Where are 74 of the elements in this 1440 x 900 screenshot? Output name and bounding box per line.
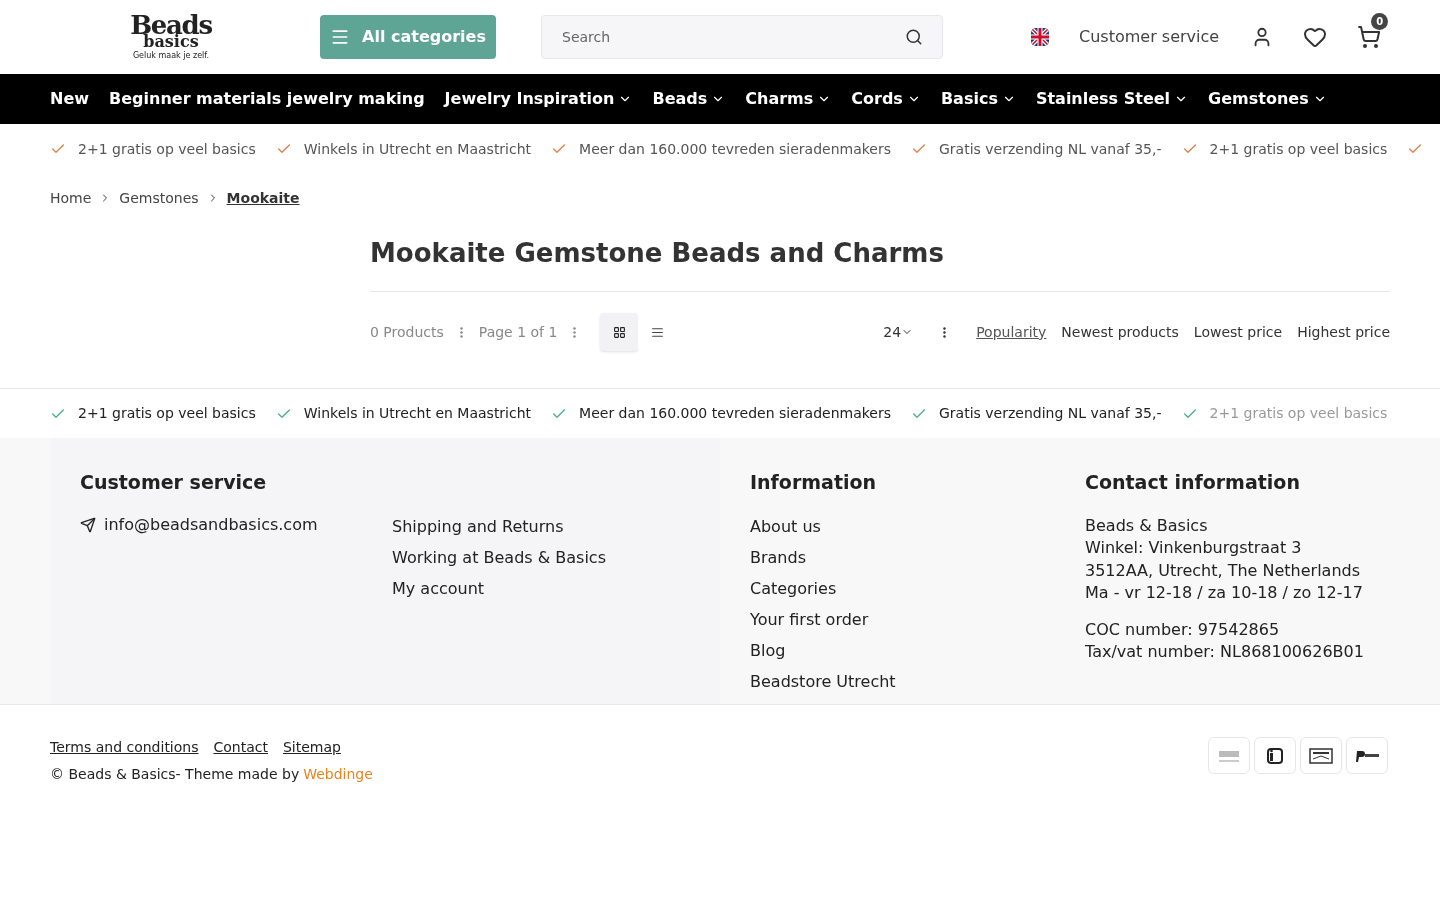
separator-icon [943, 326, 947, 338]
address-line: Beads & Basics [1085, 514, 1209, 537]
company-info-line: Tax/vat number: NL868100626B01 [1085, 641, 1364, 663]
usp-text: Winkels in Utrecht en Maastricht [303, 139, 532, 159]
logo-text: basics [143, 34, 199, 50]
nav-link[interactable]: Jewelry Inspiration [444, 87, 633, 111]
footer-link[interactable]: Brands [750, 545, 1085, 570]
per-page-dropdown[interactable]: 24 [883, 321, 914, 343]
footer-link[interactable]: Categories [750, 576, 1085, 601]
cart-count-badge: 0 [1371, 13, 1389, 30]
page-title: Mookaite Gemstone Beads and Charms [370, 222, 1390, 292]
payment-method-icon [1254, 737, 1296, 774]
nav-link[interactable]: Gemstones [1208, 87, 1327, 111]
legal-link[interactable]: Contact [213, 737, 268, 758]
footer-link[interactable]: Your first order [750, 607, 1085, 632]
nav-link[interactable]: Beginner materials jewelry making [109, 87, 425, 111]
address-line: Winkel: Vinkenburgstraat 3 [1085, 537, 1303, 559]
footer-link[interactable]: My account [392, 576, 606, 601]
usp-text: Gratis verzending NL vanaf 35,- [939, 404, 1162, 423]
footer-link[interactable]: Working at Beads & Basics [392, 545, 606, 570]
legal-link[interactable]: Terms and conditions [50, 737, 199, 758]
usp-text: Meer dan 160.000 tevreden sieradenmakers [579, 139, 891, 159]
nav-link[interactable]: Basics [940, 87, 1016, 111]
flag-icon[interactable] [1031, 28, 1049, 46]
usp-text: 2+1 gratis op veel basics [1209, 139, 1388, 159]
nav-link[interactable]: New [50, 87, 90, 111]
separator-icon [459, 326, 463, 338]
sort-option[interactable]: Popularity [976, 321, 1047, 343]
logo[interactable]: Beads basics Geluk maak je zelf. [115, 12, 227, 62]
usp-text: 2+1 gratis op veel basics [78, 139, 256, 159]
nav-link[interactable]: Charms [745, 87, 832, 111]
wishlist-icon[interactable] [1303, 25, 1328, 49]
footer-link[interactable]: Beadstore Utrecht [750, 669, 1085, 694]
logo-tagline: Geluk maak je zelf. [132, 52, 210, 60]
breadcrumb-link[interactable]: Home [50, 187, 92, 209]
breadcrumb-link[interactable]: Gemstones [119, 187, 199, 209]
footer-heading: Information [750, 470, 878, 495]
search-icon[interactable] [905, 28, 923, 46]
legal-link[interactable]: Sitemap [282, 737, 341, 758]
nav-link[interactable]: Beads [652, 87, 726, 111]
address-line: Ma - vr 12-18 / za 10-18 / zo 12-17 [1085, 582, 1364, 604]
list-icon [650, 325, 664, 339]
page-indicator: Page 1 of 1 [478, 322, 558, 342]
sort-option[interactable]: Newest products [1061, 321, 1179, 343]
nav-link[interactable]: Stainless Steel [1035, 87, 1189, 111]
address-line: 3512AA, Utrecht, The Netherlands [1085, 559, 1362, 582]
usp-text: Meer dan 160.000 tevreden sieradenmakers [579, 404, 891, 423]
product-count: 0 Products [370, 322, 444, 342]
cart-icon[interactable] [1357, 25, 1382, 49]
sort-option[interactable]: Lowest price [1193, 321, 1283, 343]
footer-link[interactable]: Shipping and Returns [392, 514, 606, 539]
customer-service-link[interactable]: Customer service [1079, 25, 1220, 49]
payment-method-icon [1208, 737, 1250, 774]
grid-view-button[interactable] [600, 313, 639, 351]
send-icon [80, 516, 96, 533]
separator-icon [573, 326, 577, 338]
footer-link[interactable]: About us [750, 514, 1085, 539]
usp-text: Winkels in Utrecht en Maastricht [303, 404, 532, 423]
nav-link[interactable]: Cords [851, 87, 921, 111]
footer-heading: Customer service [80, 470, 268, 495]
company-info-line: COC number: 97542865 [1085, 618, 1281, 641]
search-field[interactable]: Search [541, 15, 943, 59]
usp-text: Gratis verzending NL vanaf 35,- [939, 139, 1162, 159]
breadcrumb-link[interactable]: Mookaite [226, 187, 300, 209]
sort-option[interactable]: Highest price [1297, 321, 1390, 343]
payment-method-icon [1300, 737, 1342, 774]
footer-heading: Contact information [1085, 470, 1301, 495]
payment-method-icon [1346, 737, 1388, 774]
footer-link[interactable]: Blog [750, 638, 1085, 663]
email-link[interactable]: info@beadsandbasics.com [104, 512, 318, 537]
usp-text: 2+1 gratis op veel basics [1209, 404, 1388, 423]
usp-text: 2+1 gratis op veel basics [78, 404, 256, 423]
grid-icon [612, 325, 626, 339]
copyright-text: © Beads & Basics- Theme made by [50, 765, 300, 784]
